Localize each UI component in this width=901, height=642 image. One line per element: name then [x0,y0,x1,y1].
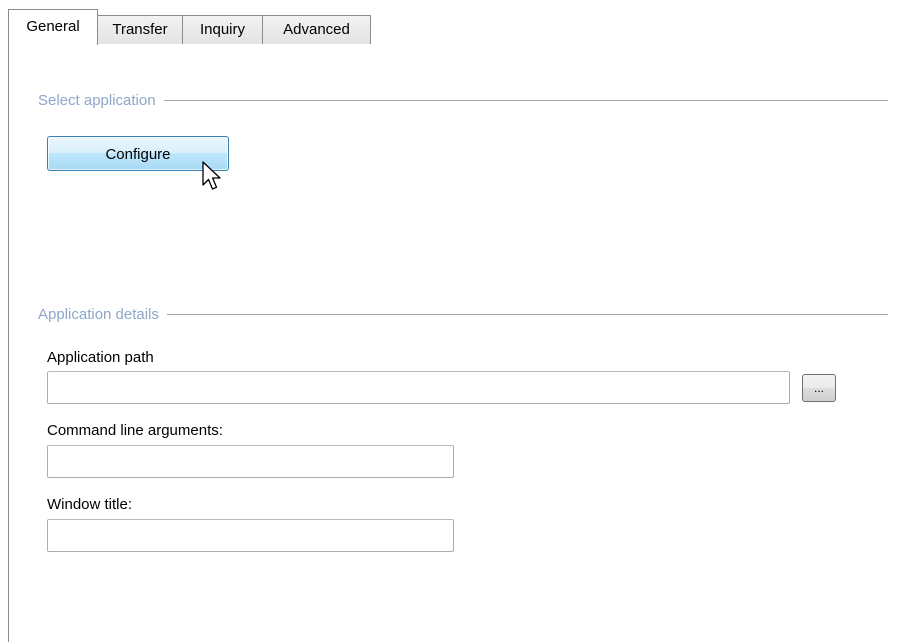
window-title-input[interactable] [47,519,454,552]
tab-advanced[interactable]: Advanced [263,15,371,44]
group-separator [166,313,888,315]
tab-transfer[interactable]: Transfer [98,15,183,44]
tab-general[interactable]: General [8,9,98,45]
tab-inquiry[interactable]: Inquiry [183,15,263,44]
configure-button[interactable]: Configure [47,136,229,171]
command-line-arguments-label: Command line arguments: [47,422,223,439]
general-tab-page: General Transfer Inquiry Advanced Select… [0,0,901,642]
select-application-group-label: Select application [38,91,156,109]
window-title-label: Window title: [47,496,133,513]
application-path-input[interactable] [47,371,790,404]
select-application-group-header: Select application [38,90,888,110]
command-line-arguments-input[interactable] [47,445,454,478]
application-details-group-label: Application details [38,305,159,323]
tab-strip: General Transfer Inquiry Advanced [8,9,901,45]
application-details-group-header: Application details [38,304,888,324]
browse-button[interactable]: ... [802,374,836,402]
group-separator [163,99,888,101]
application-path-label: Application path [47,349,154,366]
tab-panel [8,44,901,642]
